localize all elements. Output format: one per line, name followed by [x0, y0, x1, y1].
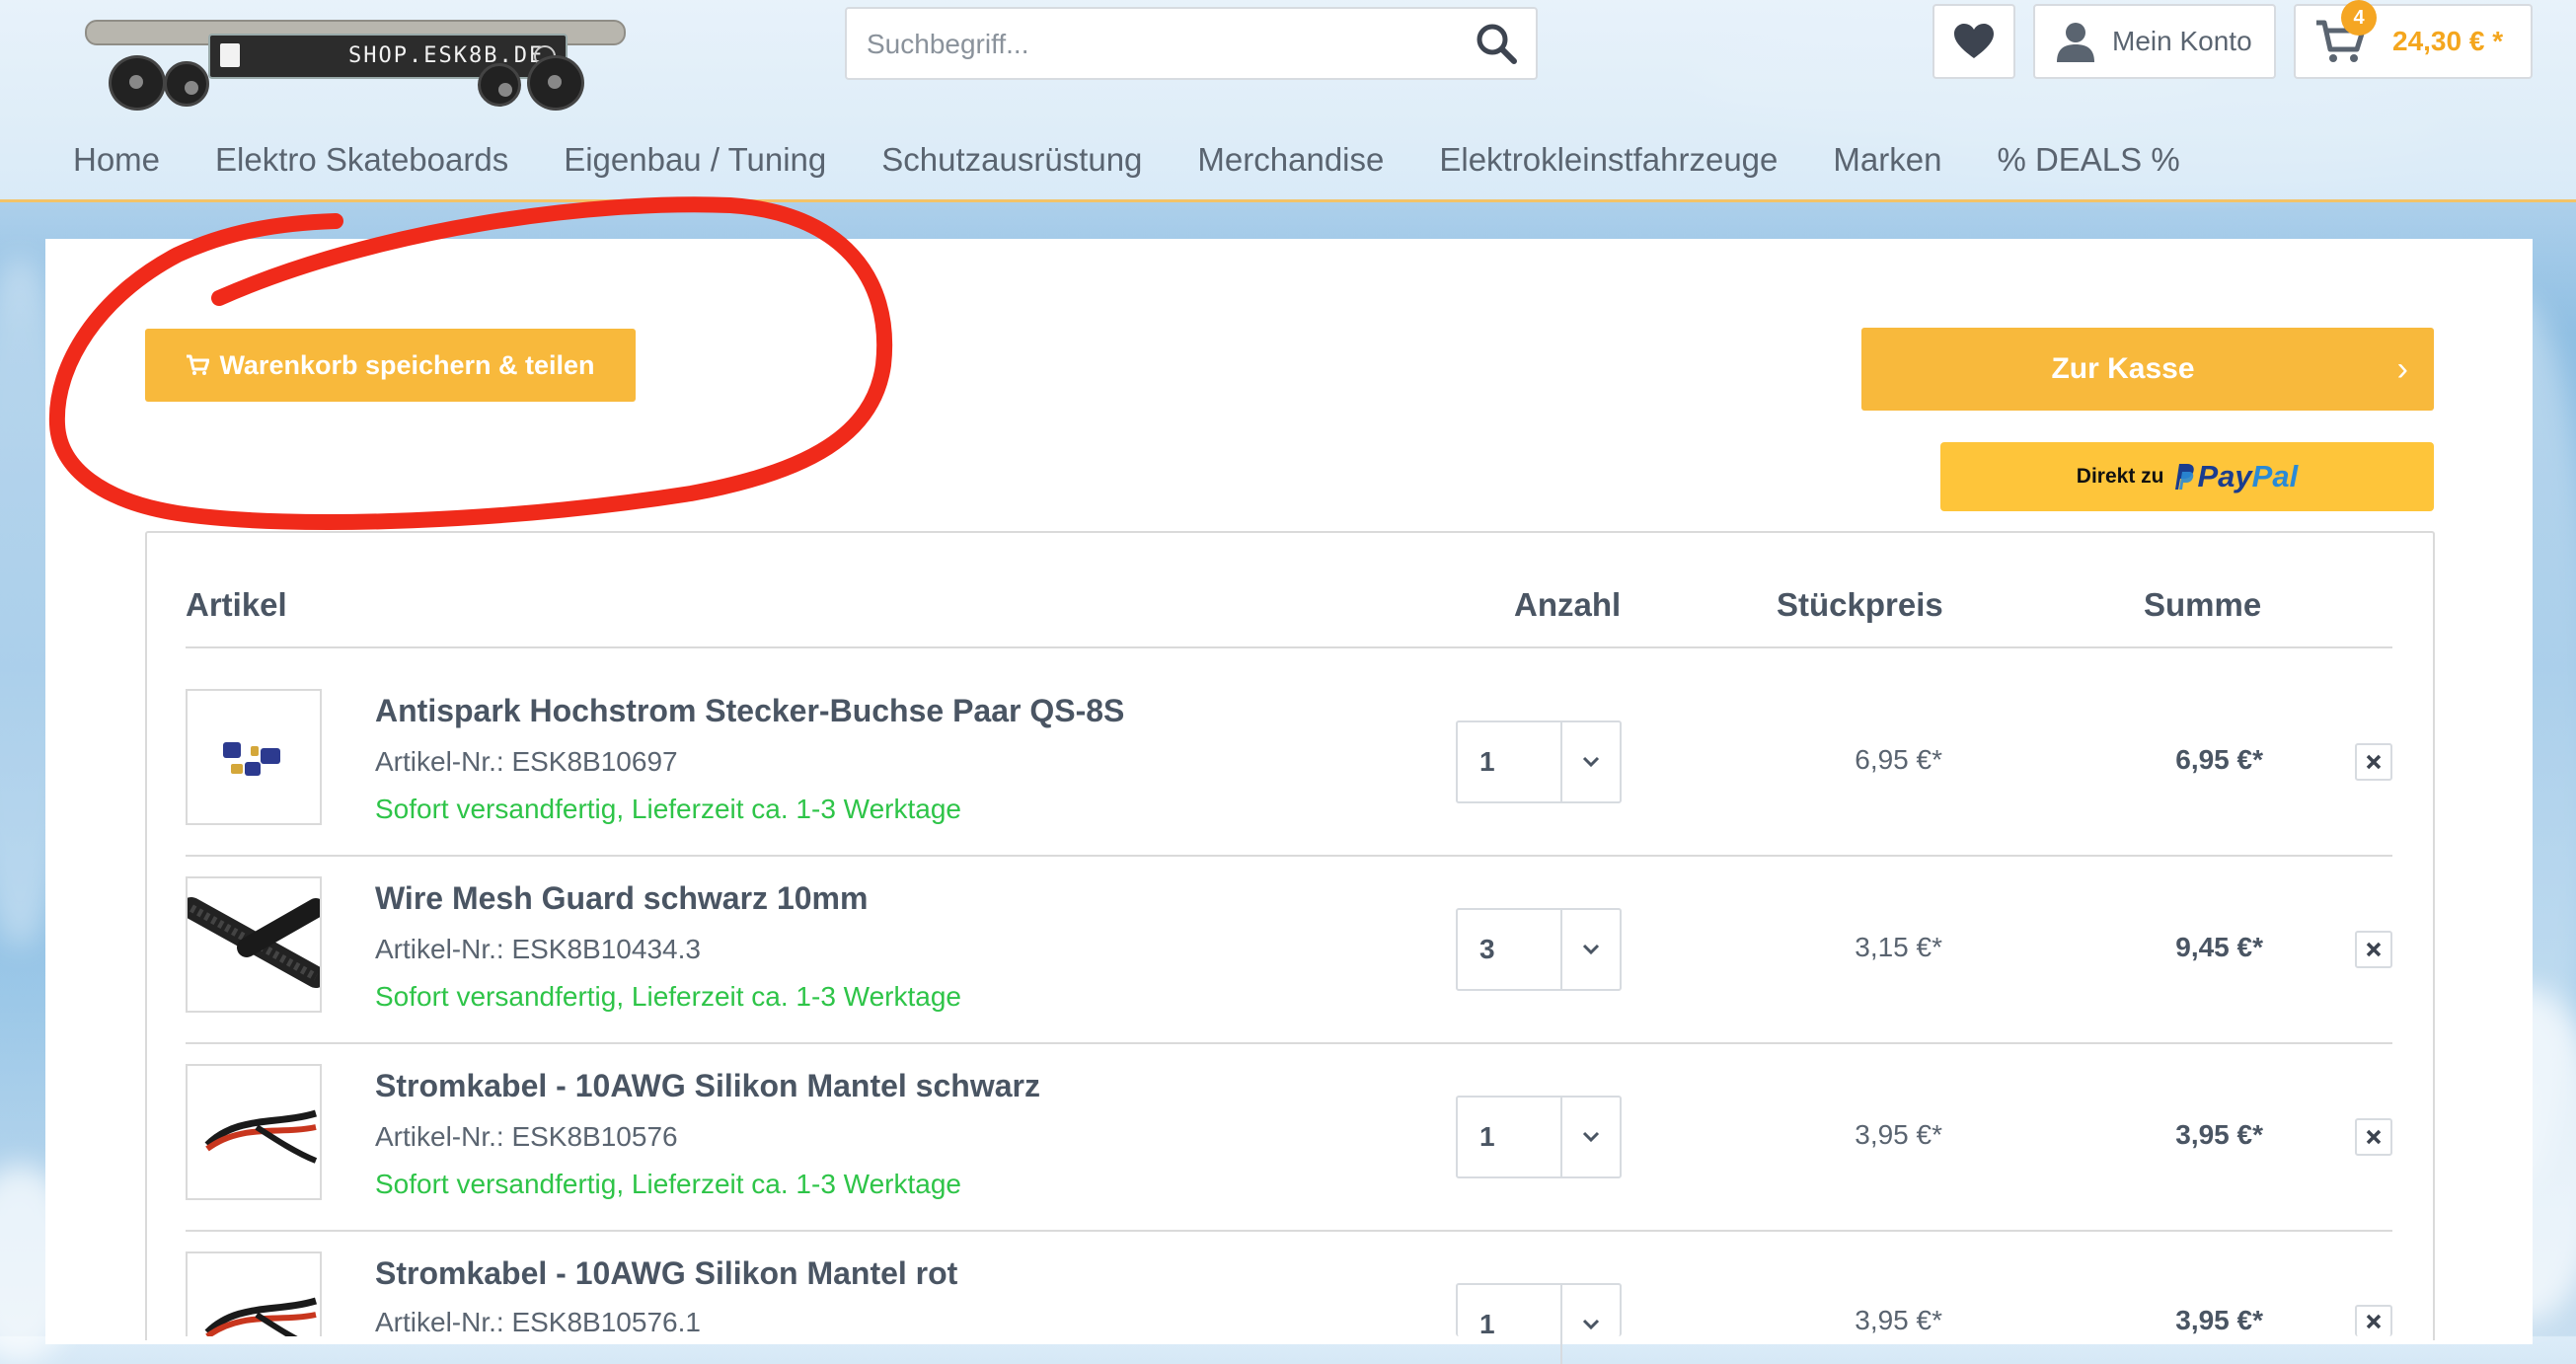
close-icon — [2366, 942, 2382, 957]
paypal-express-button[interactable]: Direkt zu PayPal — [1940, 442, 2434, 511]
quantity-value: 1 — [1479, 746, 1495, 777]
remove-item-button[interactable] — [2355, 1305, 2392, 1336]
cart-button[interactable]: 4 24,30 € * — [2294, 0, 2533, 79]
logo-wheel-icon — [164, 61, 209, 107]
chevron-down-icon — [1562, 1285, 1620, 1364]
nav-item-eigenbau-tuning[interactable]: Eigenbau / Tuning — [564, 141, 826, 179]
line-total: 6,95 €* — [2175, 744, 2263, 775]
product-image[interactable] — [186, 1064, 322, 1200]
nav-item-home[interactable]: Home — [73, 141, 160, 179]
search-input[interactable] — [865, 9, 1461, 80]
header-unit-price: Stückpreis — [1777, 586, 1943, 623]
product-stock-status: Sofort versandfertig, Lieferzeit ca. 1-3… — [375, 981, 961, 1012]
cart-count-badge: 4 — [2341, 0, 2377, 36]
paypal-prefix: Direkt zu — [2076, 465, 2164, 488]
product-title[interactable]: Antispark Hochstrom Stecker-Buchse Paar … — [375, 693, 1124, 729]
account-label: Mein Konto — [2112, 26, 2252, 56]
quantity-value: 1 — [1479, 1121, 1495, 1152]
cable-product-image — [204, 1297, 318, 1336]
table-row-divider — [186, 1230, 2392, 1232]
paypal-p-icon — [2175, 464, 2195, 490]
product-title[interactable]: Stromkabel - 10AWG Silikon Mantel rot — [375, 1255, 957, 1292]
product-stock-status: Sofort versandfertig, Lieferzeit ca. 1-3… — [375, 1169, 961, 1199]
header-quantity: Anzahl — [1514, 586, 1622, 623]
account-button[interactable]: Mein Konto — [2033, 4, 2276, 79]
logo-wheel-icon — [109, 55, 166, 111]
nav-item-deals[interactable]: % DEALS % — [1997, 141, 2179, 179]
quantity-select[interactable]: 1 — [1456, 1283, 1622, 1364]
header-sum: Summe — [2144, 586, 2262, 623]
remove-item-button[interactable] — [2355, 743, 2392, 781]
chevron-right-icon: › — [2396, 349, 2408, 388]
nav-item-marken[interactable]: Marken — [1833, 141, 1941, 179]
product-title[interactable]: Stromkabel - 10AWG Silikon Mantel schwar… — [375, 1068, 1040, 1104]
site-header: SHOP.ESK8B.DE Mein Konto — [0, 0, 2576, 202]
nav-item-merchandise[interactable]: Merchandise — [1197, 141, 1384, 179]
chevron-down-icon — [1562, 722, 1620, 801]
close-icon — [2366, 1129, 2382, 1145]
quantity-value: 3 — [1479, 934, 1495, 964]
main-navigation: Home Elektro Skateboards Eigenbau / Tuni… — [73, 132, 2235, 188]
quantity-value: 1 — [1479, 1309, 1495, 1339]
unit-price: 3,95 €* — [1855, 1119, 1942, 1150]
cable-product-image — [204, 1109, 318, 1164]
unit-price: 3,95 €* — [1855, 1305, 1942, 1335]
quantity-select[interactable]: 1 — [1456, 720, 1622, 803]
logo-wheel-icon — [478, 63, 521, 107]
product-image[interactable] — [186, 876, 322, 1013]
table-divider — [186, 646, 2392, 648]
cart-amount: 24,30 € * — [2392, 26, 2504, 56]
mesh-guard-product-image — [188, 897, 320, 988]
logo-badge-icon — [220, 43, 240, 67]
unit-price: 3,15 €* — [1855, 932, 1942, 962]
close-icon — [2366, 754, 2382, 770]
line-total: 9,45 €* — [2175, 932, 2263, 962]
line-total: 3,95 €* — [2175, 1119, 2263, 1150]
wishlist-button[interactable] — [1932, 4, 2015, 79]
save-share-cart-button[interactable]: Warenkorb speichern & teilen — [145, 329, 636, 402]
product-image[interactable] — [186, 1251, 322, 1336]
remove-item-button[interactable] — [2355, 931, 2392, 968]
search-box — [845, 7, 1538, 80]
paypal-logo-pal: Pal — [2251, 459, 2299, 493]
product-sku: Artikel-Nr.: ESK8B10434.3 — [375, 934, 701, 964]
save-share-label: Warenkorb speichern & teilen — [219, 349, 595, 380]
user-icon — [2057, 23, 2094, 62]
quantity-select[interactable]: 1 — [1456, 1096, 1622, 1178]
connector-product-image — [223, 742, 280, 776]
cart-icon — [187, 354, 210, 375]
table-row-divider — [186, 1042, 2392, 1044]
header-article: Artikel — [186, 586, 287, 623]
quantity-select[interactable]: 3 — [1456, 908, 1622, 991]
product-sku: Artikel-Nr.: ESK8B10576 — [375, 1121, 678, 1152]
search-icon — [1477, 24, 1517, 64]
product-title[interactable]: Wire Mesh Guard schwarz 10mm — [375, 880, 868, 917]
product-sku: Artikel-Nr.: ESK8B10697 — [375, 746, 678, 777]
nav-item-elektro-skateboards[interactable]: Elektro Skateboards — [215, 141, 508, 179]
nav-item-elektrokleinstfahrzeuge[interactable]: Elektrokleinstfahrzeuge — [1439, 141, 1778, 179]
product-sku: Artikel-Nr.: ESK8B10576.1 — [375, 1307, 701, 1337]
logo-wheel-icon — [527, 55, 584, 111]
product-stock-status: Sofort versandfertig, Lieferzeit ca. 1-3… — [375, 794, 961, 824]
paypal-logo: PayPal — [2197, 459, 2298, 494]
close-icon — [2366, 1314, 2382, 1329]
remove-item-button[interactable] — [2355, 1118, 2392, 1156]
unit-price: 6,95 €* — [1855, 744, 1942, 775]
line-total: 3,95 €* — [2175, 1305, 2263, 1335]
heart-icon — [1954, 24, 1994, 58]
chevron-down-icon — [1562, 910, 1620, 989]
chevron-down-icon — [1562, 1098, 1620, 1176]
paypal-logo-pay: Pay — [2197, 459, 2252, 493]
shop-logo[interactable]: SHOP.ESK8B.DE — [85, 14, 626, 111]
nav-item-schutzausruestung[interactable]: Schutzausrüstung — [881, 141, 1142, 179]
checkout-label: Zur Kasse — [2051, 352, 2195, 385]
table-row-divider — [186, 855, 2392, 857]
product-image[interactable] — [186, 689, 322, 825]
search-button[interactable] — [1457, 9, 1536, 78]
checkout-button[interactable]: Zur Kasse › — [1861, 328, 2434, 411]
